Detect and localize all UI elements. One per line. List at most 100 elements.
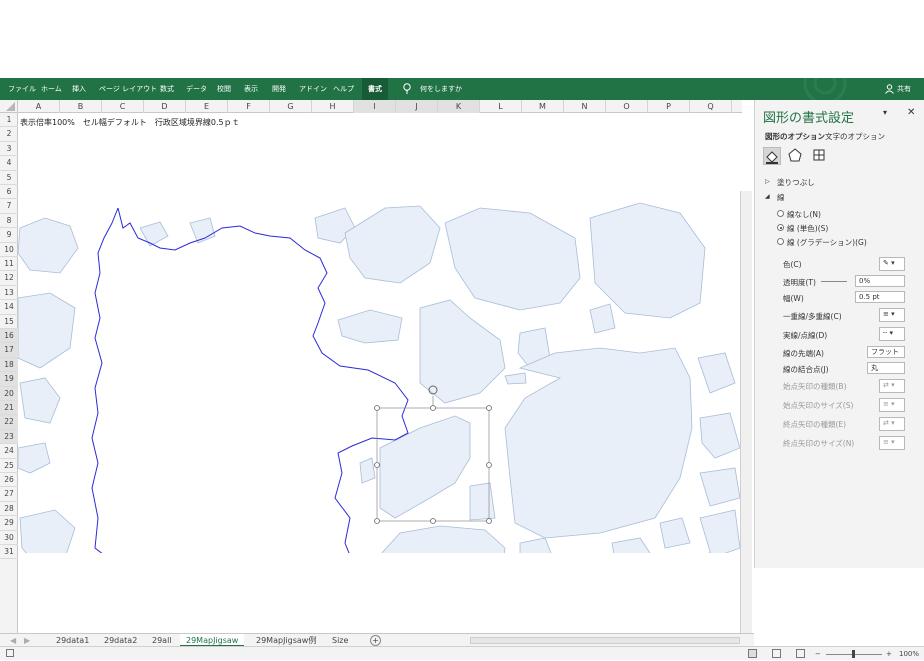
chevron-down-icon[interactable]: ◢	[765, 193, 770, 200]
row-header[interactable]: 16	[0, 329, 18, 344]
row-header[interactable]: 20	[0, 386, 18, 401]
col-header[interactable]: I	[354, 100, 396, 113]
col-header[interactable]: J	[396, 100, 438, 113]
horizontal-scrollbar[interactable]	[470, 637, 740, 644]
row-header[interactable]: 17	[0, 343, 18, 358]
join-type-dropdown[interactable]: 丸	[867, 362, 905, 374]
col-header[interactable]: N	[564, 100, 606, 113]
add-sheet-icon[interactable]: +	[370, 635, 381, 646]
row-header[interactable]: 21	[0, 401, 18, 416]
tab-data[interactable]: データ	[186, 78, 207, 100]
color-picker-button[interactable]: ✎ ▾	[879, 257, 905, 271]
normal-view-icon[interactable]	[748, 649, 757, 658]
radio-line-gradient-label[interactable]: 線 (グラデーション)(G)	[787, 237, 867, 248]
col-header[interactable]: G	[270, 100, 312, 113]
tab-developer[interactable]: 開発	[272, 78, 286, 100]
municipality-shapes[interactable]	[18, 202, 740, 633]
tab-page-layout[interactable]: ページ レイアウト	[99, 78, 157, 100]
row-header[interactable]: 22	[0, 415, 18, 430]
radio-line-none-label[interactable]: 線なし(N)	[787, 209, 821, 220]
cell-a1[interactable]: 表示倍率100% セル幅デフォルト 行政区域境界線0.5ｐｔ	[20, 117, 240, 128]
zoom-in-icon[interactable]: +	[886, 647, 892, 661]
col-header[interactable]: P	[648, 100, 690, 113]
row-header[interactable]: 29	[0, 516, 18, 531]
col-header[interactable]: E	[186, 100, 228, 113]
row-header[interactable]: 9	[0, 228, 18, 243]
tab-format[interactable]: 書式	[362, 78, 388, 100]
row-header[interactable]: 3	[0, 142, 18, 157]
row-header[interactable]: 2	[0, 127, 18, 142]
row-header[interactable]: 28	[0, 502, 18, 517]
row-header[interactable]: 24	[0, 444, 18, 459]
row-header[interactable]: 14	[0, 300, 18, 315]
tab-help[interactable]: ヘルプ	[333, 78, 354, 100]
row-header[interactable]: 31	[0, 545, 18, 560]
share-button[interactable]: 共有	[897, 78, 911, 100]
col-header[interactable]: C	[102, 100, 144, 113]
col-header[interactable]: M	[522, 100, 564, 113]
close-icon[interactable]: ✕	[907, 107, 915, 118]
tab-view[interactable]: 表示	[244, 78, 258, 100]
zoom-slider-thumb[interactable]	[852, 650, 855, 658]
effects-icon[interactable]	[787, 147, 805, 165]
page-break-view-icon[interactable]	[796, 649, 805, 658]
row-header[interactable]: 26	[0, 473, 18, 488]
row-header[interactable]: 6	[0, 185, 18, 200]
tab-text-options[interactable]: 文字のオプション	[825, 131, 885, 142]
tab-formulas[interactable]: 数式	[160, 78, 174, 100]
row-header[interactable]: 19	[0, 372, 18, 387]
col-header[interactable]: F	[228, 100, 270, 113]
row-header[interactable]: 13	[0, 286, 18, 301]
col-header[interactable]: Q	[690, 100, 732, 113]
col-header[interactable]: H	[312, 100, 354, 113]
col-header[interactable]: L	[480, 100, 522, 113]
row-header[interactable]: 15	[0, 315, 18, 329]
end-arrow-type-dropdown[interactable]: ⇄ ▾	[879, 417, 905, 431]
fill-section-header[interactable]: 塗りつぶし	[777, 177, 815, 188]
row-header[interactable]: 27	[0, 487, 18, 502]
select-all-corner[interactable]	[0, 100, 18, 113]
size-properties-icon[interactable]	[811, 147, 829, 165]
macro-record-icon[interactable]	[6, 649, 14, 657]
begin-arrow-type-dropdown[interactable]: ⇄ ▾	[879, 379, 905, 393]
row-header[interactable]: 12	[0, 271, 18, 286]
row-header[interactable]: 18	[0, 357, 18, 373]
pane-options-icon[interactable]: ▾	[883, 108, 887, 117]
tell-me-search[interactable]: 何をしますか	[420, 78, 462, 100]
row-header[interactable]: 1	[0, 113, 18, 128]
fill-line-icon[interactable]	[763, 147, 781, 165]
line-section-header[interactable]: 線	[777, 192, 785, 203]
col-header[interactable]: O	[606, 100, 648, 113]
tab-file[interactable]: ファイル	[8, 78, 36, 100]
row-header[interactable]: 11	[0, 257, 18, 272]
row-header[interactable]: 8	[0, 214, 18, 229]
row-header[interactable]: 4	[0, 156, 18, 171]
row-header[interactable]: 5	[0, 171, 18, 185]
tab-home[interactable]: ホーム	[41, 78, 62, 100]
row-header[interactable]: 10	[0, 243, 18, 257]
row-header[interactable]: 7	[0, 199, 18, 214]
compound-type-dropdown[interactable]: ≡ ▾	[879, 308, 905, 322]
chevron-right-icon[interactable]: ▷	[765, 178, 770, 185]
col-header[interactable]: D	[144, 100, 186, 113]
vertical-scrollbar[interactable]	[740, 191, 752, 633]
row-header[interactable]: 30	[0, 531, 18, 545]
cap-type-dropdown[interactable]: フラット	[867, 346, 905, 358]
radio-line-gradient[interactable]	[777, 238, 784, 245]
worksheet-grid[interactable]	[18, 113, 740, 633]
radio-line-solid-label[interactable]: 線 (単色)(S)	[787, 223, 828, 234]
begin-arrow-size-dropdown[interactable]: ≡ ▾	[879, 398, 905, 412]
dash-type-dropdown[interactable]: ┄ ▾	[879, 327, 905, 341]
transparency-input[interactable]: 0%	[855, 275, 905, 287]
tab-shape-options[interactable]: 図形のオプション	[765, 131, 825, 142]
row-header[interactable]: 25	[0, 459, 18, 473]
radio-line-solid[interactable]	[777, 224, 784, 231]
zoom-out-icon[interactable]: −	[815, 647, 821, 661]
row-header[interactable]: 23	[0, 429, 18, 445]
page-layout-view-icon[interactable]	[772, 649, 781, 658]
col-header[interactable]: A	[18, 100, 60, 113]
tab-insert[interactable]: 挿入	[72, 78, 86, 100]
end-arrow-size-dropdown[interactable]: ≡ ▾	[879, 436, 905, 450]
col-header[interactable]: B	[60, 100, 102, 113]
zoom-level[interactable]: 100%	[899, 647, 919, 661]
